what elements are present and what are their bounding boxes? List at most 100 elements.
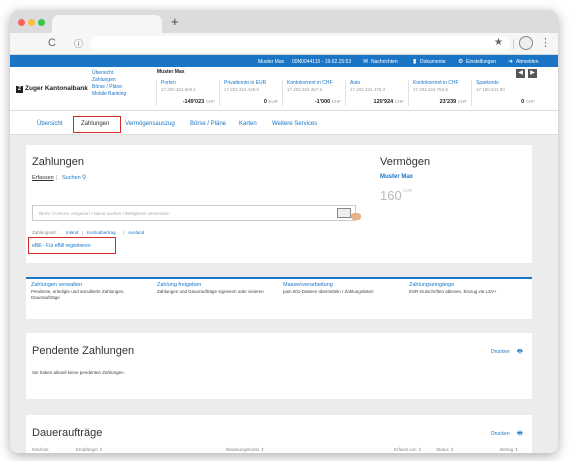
nav-overview[interactable]: Übersicht xyxy=(37,121,62,127)
tab-separator: | xyxy=(56,175,58,181)
card-description: Zahlungen und Daueraufträge signieren od… xyxy=(157,289,264,294)
document-scanner-icon[interactable] xyxy=(337,208,351,218)
card-incoming-payments[interactable]: Zahlungseingänge ESR-Gutschriften ablese… xyxy=(404,277,532,319)
bank-name: Zuger Kantonalbank xyxy=(25,85,88,92)
payment-type-transfer[interactable]: Kontoübertrag xyxy=(87,230,116,235)
account-number: 17.202.324.566.1 xyxy=(161,87,197,92)
printer-icon[interactable]: 🖶 xyxy=(517,347,523,357)
logout-icon: ➜ xyxy=(508,59,514,65)
nav-payments-highlight xyxy=(73,116,121,133)
nav-asset-statement[interactable]: Vermögensauszug xyxy=(125,121,175,127)
new-tab-button[interactable]: + xyxy=(171,14,179,29)
gear-icon: ⚙ xyxy=(458,59,464,65)
account-number: 17.202.324.784.5 xyxy=(413,87,449,92)
bank-logo-mark: Z xyxy=(16,86,23,93)
close-window-dot[interactable] xyxy=(18,19,25,26)
browser-toolbar: C ⓘ ★ ⋮ xyxy=(10,33,558,55)
settings-link[interactable]: Einstellungen xyxy=(466,59,496,65)
payment-type-domestic[interactable]: Inland xyxy=(66,230,78,235)
account-tile[interactable]: Sparkonto 17.150.341.00 0 CHF xyxy=(471,80,539,106)
payment-actions-row: Zahlungen verwalten Pendente, erledigte … xyxy=(26,277,532,319)
card-manage-payments[interactable]: Zahlungen verwalten Pendente, erledigte … xyxy=(26,277,152,319)
envelope-icon: ✉ xyxy=(363,59,369,65)
card-description: Pendente, erledigte und annullierte Zahl… xyxy=(31,289,125,300)
bank-quick-links: Übersicht Zahlungen Börse / Pläne Mobile… xyxy=(92,70,152,98)
profile-avatar-icon[interactable] xyxy=(519,36,533,50)
printer-icon[interactable]: 🖶 xyxy=(517,429,523,439)
account-tile[interactable]: Privatkonto in EUR 17.202.324.448.0 0 EU… xyxy=(219,80,282,106)
accounts-prev-button[interactable]: ◀ xyxy=(516,69,525,78)
account-name: Auto xyxy=(350,80,361,86)
account-tile[interactable]: Porten 17.202.324.566.1 -149'023 CHF xyxy=(156,80,219,106)
pending-payments-panel: Pendente Zahlungen Drucken 🖶 Sie haben a… xyxy=(26,333,532,399)
account-number: 17.202.324.475.3 xyxy=(350,87,386,92)
minimize-window-dot[interactable] xyxy=(28,19,35,26)
account-tile[interactable]: Kontokorrent in CHF 17.202.324.784.5 23'… xyxy=(408,80,471,106)
toolbar-divider xyxy=(513,39,514,49)
quick-link-stocks[interactable]: Börse / Pläne xyxy=(92,84,152,91)
column-header-recipient[interactable]: Empfänger ⇕ xyxy=(76,447,103,453)
column-header-amount[interactable]: Betrag ⇕ xyxy=(500,447,518,453)
account-balance: -1'000 CHF xyxy=(314,99,341,105)
topbar-user: Muster Max xyxy=(258,58,285,65)
standing-orders-title: Daueraufträge xyxy=(32,427,103,439)
account-owner: Muster Max xyxy=(157,69,185,75)
payment-type-separator: | xyxy=(123,230,125,235)
messages-link[interactable]: Nachrichten xyxy=(371,59,398,65)
browser-tab[interactable] xyxy=(52,15,162,33)
column-header-created-by[interactable]: Erfasst von ⇕ xyxy=(394,447,422,453)
account-tile[interactable]: Auto 17.202.324.475.3 120'924 CHF xyxy=(345,80,408,106)
quick-link-payments[interactable]: Zahlungen xyxy=(92,77,152,84)
tab-search[interactable]: Suchen xyxy=(62,175,81,181)
account-tile[interactable]: Kontokorrent in CHF 17.202.324.467.6 -1'… xyxy=(282,80,345,106)
ebill-highlight xyxy=(28,237,116,254)
bank-logo[interactable]: Z Zuger Kantonalbank xyxy=(16,85,88,93)
quick-link-mobile[interactable]: Mobile Banking xyxy=(92,91,152,98)
standing-orders-print-link[interactable]: Drucken xyxy=(491,431,510,437)
payment-search-input[interactable]: IBAN / Kontonr. eingeben / Name suchen /… xyxy=(32,205,361,221)
assets-currency: CHF xyxy=(403,188,413,193)
assets-title: Vermögen xyxy=(380,156,431,168)
logout-link[interactable]: Abmelden xyxy=(516,59,539,65)
nav-stocks[interactable]: Börse / Pläne xyxy=(190,121,226,127)
quick-link-overview[interactable]: Übersicht xyxy=(92,70,152,77)
payment-type-foreign[interactable]: Ausland xyxy=(128,230,144,235)
reload-icon[interactable]: C xyxy=(48,37,56,49)
account-number: 17.150.341.00 xyxy=(476,87,505,92)
assets-owner[interactable]: Muster Max xyxy=(380,174,413,180)
card-description: ESR-Gutschriften ablesen, Einzug via LSV… xyxy=(409,289,497,294)
account-number: 17.202.324.467.6 xyxy=(287,87,323,92)
nav-more-services[interactable]: Weitere Services xyxy=(272,121,317,127)
search-placeholder: IBAN / Kontonr. eingeben / Name suchen /… xyxy=(39,211,170,216)
assets-value: 160 xyxy=(380,188,402,203)
maximize-window-dot[interactable] xyxy=(38,19,45,26)
search-icon[interactable]: ⚲ xyxy=(82,174,86,181)
browser-menu-icon[interactable]: ⋮ xyxy=(540,36,551,49)
bookmark-star-icon[interactable]: ★ xyxy=(494,37,503,48)
card-title: Massenverarbeitung xyxy=(283,282,333,288)
browser-tabbar: + xyxy=(10,10,558,33)
hand-icon xyxy=(351,213,361,220)
tab-capture[interactable]: Erfassen xyxy=(32,175,54,181)
column-header-status[interactable]: Status ⇕ xyxy=(436,447,454,453)
address-bar[interactable]: ⓘ xyxy=(74,36,510,52)
info-icon[interactable]: ⓘ xyxy=(74,37,83,50)
payment-type-separator: | xyxy=(82,230,84,235)
card-title: Zahlungen verwalten xyxy=(31,282,83,288)
documents-link[interactable]: Dokumente xyxy=(420,59,446,65)
main-content: Zahlungen Erfassen | Suchen ⚲ IBAN / Kon… xyxy=(10,135,558,453)
payments-panel: Zahlungen Erfassen | Suchen ⚲ IBAN / Kon… xyxy=(26,145,532,263)
account-balance: 0 EUR xyxy=(263,99,278,105)
pending-payments-title: Pendente Zahlungen xyxy=(32,345,135,357)
card-title: Zahlung freigeben xyxy=(157,282,202,288)
accounts-next-button[interactable]: ▶ xyxy=(528,69,537,78)
card-release-payment[interactable]: Zahlung freigeben Zahlungen und Dauerauf… xyxy=(152,277,278,319)
nav-cards[interactable]: Karten xyxy=(239,121,257,127)
column-header-debit-account[interactable]: Belastungskonto ⇕ xyxy=(226,447,264,453)
account-balance: 0 CHF xyxy=(521,99,535,105)
browser-window: + C ⓘ ★ ⋮ Muster Max 00N0044115 - 19.02.… xyxy=(10,10,558,453)
column-header-next[interactable]: Nächste xyxy=(32,447,49,452)
pending-print-link[interactable]: Drucken xyxy=(491,349,510,355)
account-balance: 23'239 CHF xyxy=(439,99,467,105)
card-bulk-processing[interactable]: Massenverarbeitung pain.001-Dateien über… xyxy=(278,277,404,319)
